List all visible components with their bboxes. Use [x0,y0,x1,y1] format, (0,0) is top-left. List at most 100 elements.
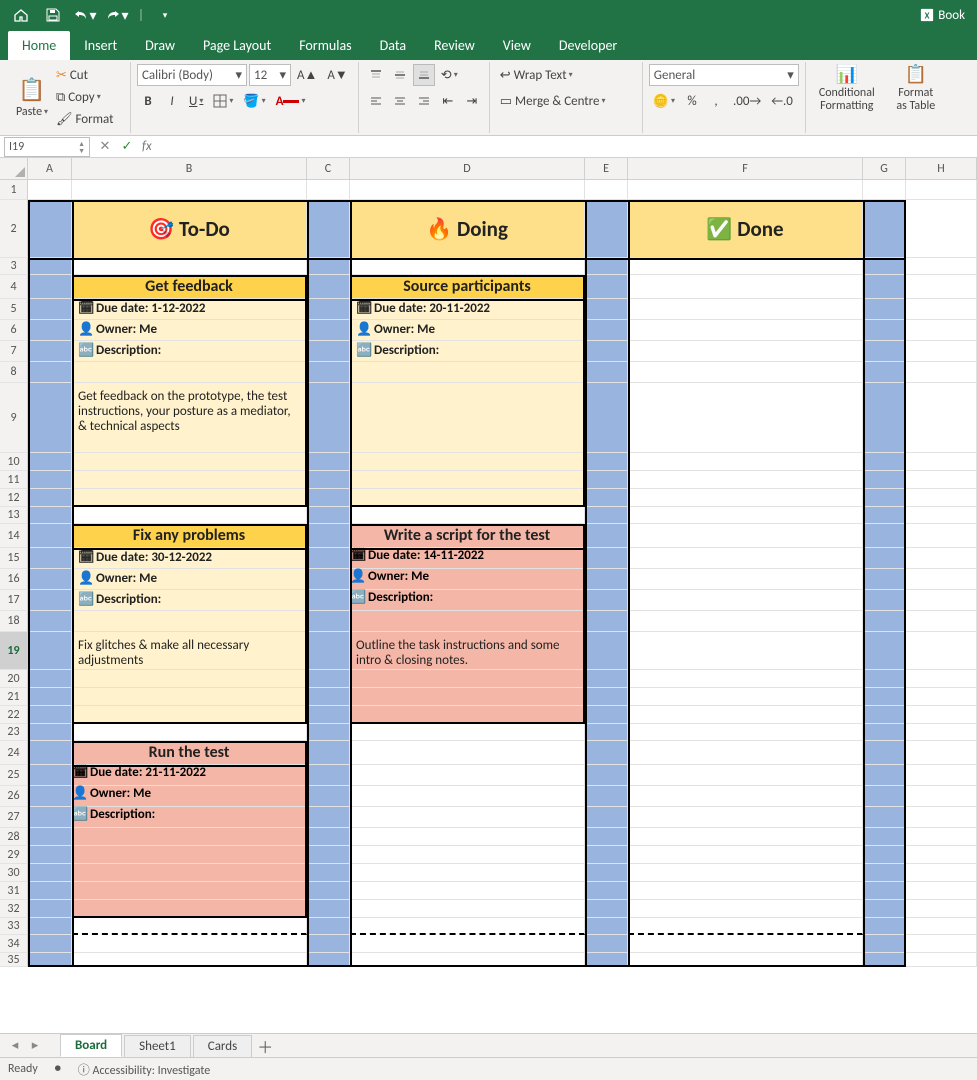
cell-E21[interactable] [585,688,628,706]
cell-F28[interactable] [628,828,863,846]
cell-G24[interactable] [863,741,906,765]
cell-G12[interactable] [863,489,906,507]
cell-H9[interactable] [906,383,977,453]
row-header-12[interactable]: 12 [0,489,28,507]
cell-D2[interactable]: 🔥 Doing [350,200,585,258]
cell-E2[interactable] [585,200,628,258]
cell-D19[interactable]: Outline the task instructions and some i… [350,632,585,670]
cell-C24[interactable] [307,741,350,765]
cell-G4[interactable] [863,275,906,299]
cell-C2[interactable] [307,200,350,258]
cell-A1[interactable] [28,180,72,200]
cell-B4[interactable]: Get feedback [72,275,307,299]
cell-D22[interactable] [350,706,585,724]
cell-G25[interactable] [863,765,906,786]
cell-H10[interactable] [906,453,977,471]
cell-D6[interactable]: 👤Owner: Me [350,320,585,341]
cell-B29[interactable] [72,846,307,864]
row-header-22[interactable]: 22 [0,706,28,724]
cell-A12[interactable] [28,489,72,507]
cell-F23[interactable] [628,724,863,741]
cell-E26[interactable] [585,786,628,807]
cell-F19[interactable] [628,632,863,670]
row-header-18[interactable]: 18 [0,611,28,632]
cell-G32[interactable] [863,900,906,918]
cell-G11[interactable] [863,471,906,489]
cell-B2[interactable]: 🎯 To-Do [72,200,307,258]
cell-D3[interactable] [350,258,585,275]
cell-A25[interactable] [28,765,72,786]
cell-H2[interactable] [906,200,977,258]
percent-button[interactable]: % [681,90,703,112]
chevron-down-icon[interactable]: ▾ [89,7,96,24]
cell-H3[interactable] [906,258,977,275]
cell-B10[interactable] [72,453,307,471]
cell-A14[interactable] [28,524,72,548]
cell-H16[interactable] [906,569,977,590]
cell-D21[interactable] [350,688,585,706]
row-header-8[interactable]: 8 [0,362,28,383]
cell-D32[interactable] [350,900,585,918]
cell-D31[interactable] [350,882,585,900]
bold-button[interactable]: B [137,90,159,112]
cell-F26[interactable] [628,786,863,807]
cell-B21[interactable] [72,688,307,706]
redo-icon[interactable]: ▾ [104,3,130,27]
cell-B30[interactable] [72,864,307,882]
cell-F12[interactable] [628,489,863,507]
cell-B22[interactable] [72,706,307,724]
cell-H17[interactable] [906,590,977,611]
row-header-17[interactable]: 17 [0,590,28,611]
paste-button[interactable]: 📋 Paste▾ [12,64,52,130]
sheet-tab-sheet1[interactable]: Sheet1 [124,1035,191,1057]
cell-F27[interactable] [628,807,863,828]
home-icon[interactable] [8,3,34,27]
cell-B31[interactable] [72,882,307,900]
align-middle-button[interactable] [389,64,411,86]
cell-D28[interactable] [350,828,585,846]
tab-review[interactable]: Review [420,31,489,60]
cell-C20[interactable] [307,670,350,688]
cell-H23[interactable] [906,724,977,741]
spreadsheet-grid[interactable]: A B C D E F G H 12🎯 To-Do🔥 Doing✅ Done34… [0,158,977,1033]
cell-C4[interactable] [307,275,350,299]
cell-C16[interactable] [307,569,350,590]
cell-E35[interactable] [585,953,628,967]
cell-E23[interactable] [585,724,628,741]
increase-font-button[interactable]: A▲ [293,64,321,86]
cell-E30[interactable] [585,864,628,882]
cell-F4[interactable] [628,275,863,299]
cell-G5[interactable] [863,299,906,320]
chevron-down-icon[interactable]: ▾ [671,96,675,106]
cell-D27[interactable] [350,807,585,828]
chevron-down-icon[interactable]: ▾ [262,96,266,106]
cell-A3[interactable] [28,258,72,275]
cell-D34[interactable] [350,935,585,953]
cut-button[interactable]: ✂ Cut [52,64,124,86]
cell-G7[interactable] [863,341,906,362]
underline-button[interactable]: U▾ [185,90,207,112]
select-all-corner[interactable] [0,158,28,180]
row-header-20[interactable]: 20 [0,670,28,688]
cell-H15[interactable] [906,548,977,569]
comma-style-button[interactable]: , [705,90,727,112]
cell-B27[interactable]: 🔤Description: [72,807,307,828]
cell-B24[interactable]: Run the test [72,741,307,765]
cell-D10[interactable] [350,453,585,471]
cell-E6[interactable] [585,320,628,341]
cell-B34[interactable] [72,935,307,953]
cell-B18[interactable] [72,611,307,632]
chevron-down-icon[interactable]: ▾ [301,96,305,106]
number-format-select[interactable]: General▾ [649,64,799,86]
increase-decimal-button[interactable]: .00→ [729,90,765,112]
cell-F15[interactable] [628,548,863,569]
cell-F25[interactable] [628,765,863,786]
font-color-button[interactable]: A▾ [272,90,310,112]
cell-B3[interactable] [72,258,307,275]
cell-C31[interactable] [307,882,350,900]
fill-color-button[interactable]: 🪣▾ [239,90,269,112]
cell-G28[interactable] [863,828,906,846]
cell-F33[interactable] [628,918,863,935]
cell-C27[interactable] [307,807,350,828]
cell-G1[interactable] [863,180,906,200]
